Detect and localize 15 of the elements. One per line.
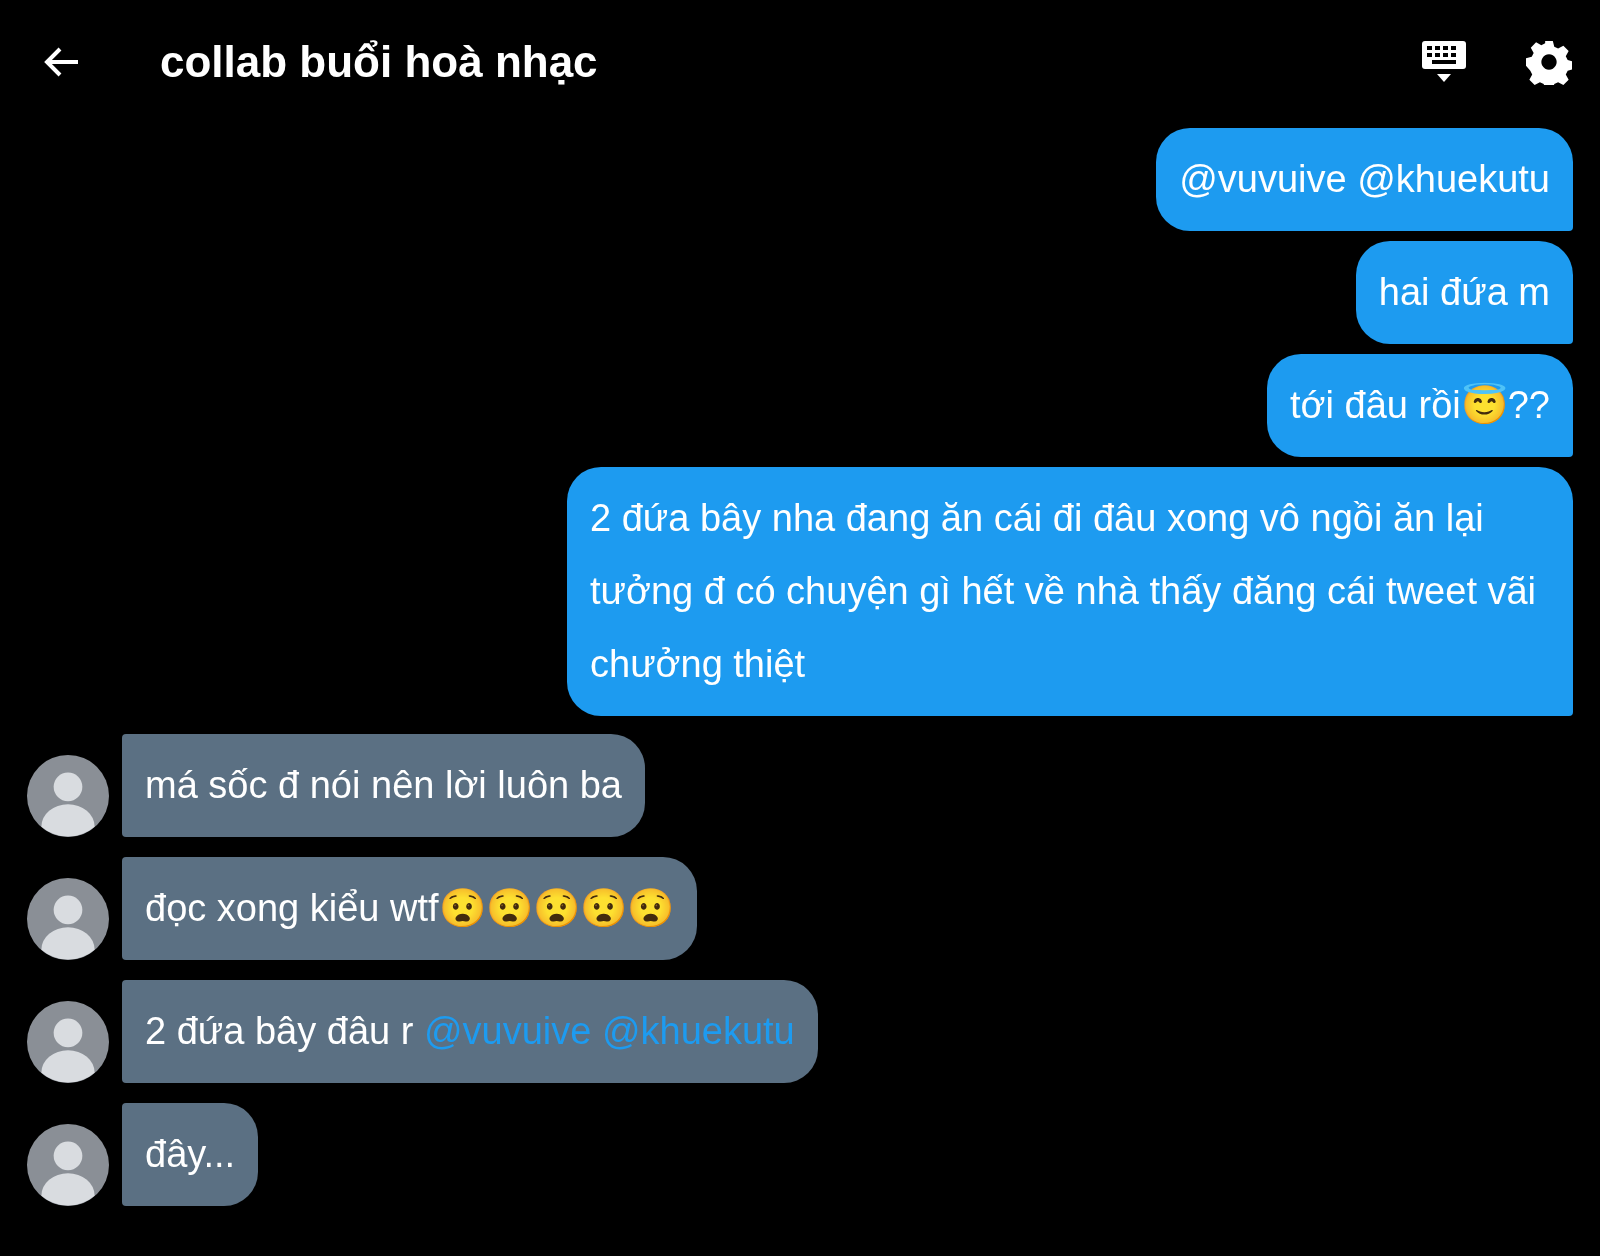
message-bubble: hai đứa m: [1355, 241, 1573, 344]
avatar[interactable]: [27, 878, 109, 960]
avatar[interactable]: [27, 1001, 109, 1083]
avatar[interactable]: [27, 1124, 109, 1206]
mention-link[interactable]: @vuvuive @khuekutu: [423, 1010, 795, 1052]
message-bubble: tới đâu rồi😇??: [1267, 354, 1573, 457]
message-bubble: 2 đứa bây đâu r @vuvuive @khuekutu: [122, 980, 818, 1083]
avatar[interactable]: [27, 755, 109, 837]
message-bubble: @vuvuive @khuekutu: [1156, 128, 1573, 231]
message-bubble: đọc xong kiểu wtf😧😧😧😧😧: [122, 857, 697, 960]
message-bubble: má sốc đ nói nên lời luôn ba: [122, 734, 645, 837]
message-bubble: đây...: [122, 1103, 259, 1206]
message-bubble: 2 đứa bây nha đang ăn cái đi đâu xong vô ngồi ăn lại tưởng đ có chuyện gì hết về nhà thấy đăng cái tweet vãi chưởng thiệt: [567, 467, 1573, 716]
settings-icon[interactable]: [1526, 39, 1572, 85]
chat-title: collab buổi hoà nhạc: [160, 37, 598, 87]
